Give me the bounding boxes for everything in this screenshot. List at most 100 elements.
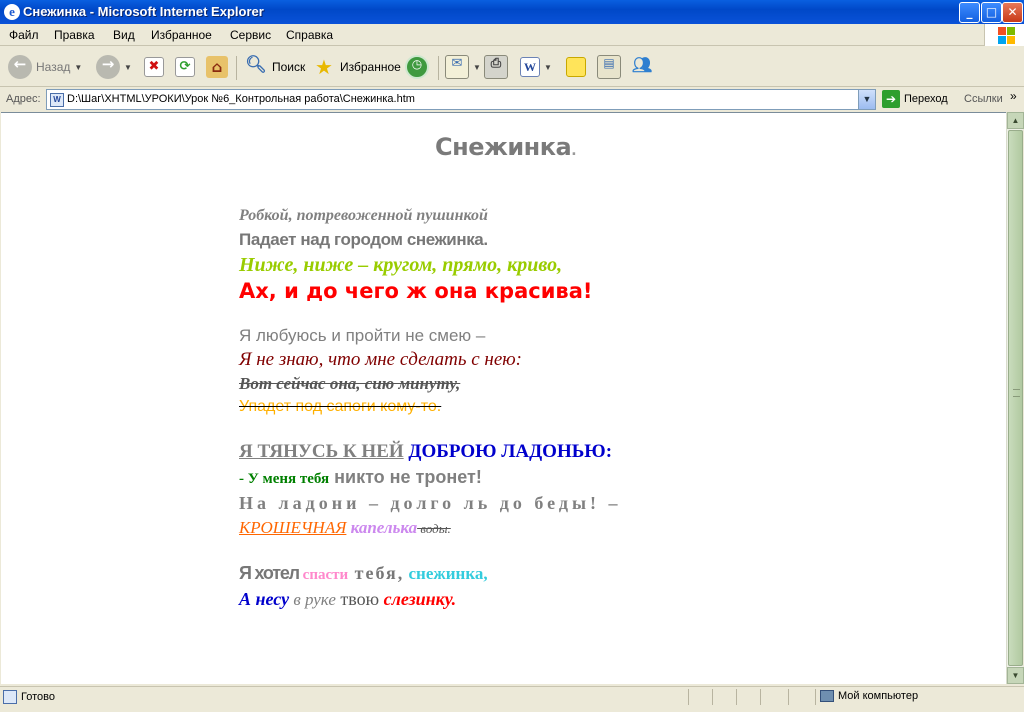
links-button[interactable]: Ссылки bbox=[964, 93, 1003, 105]
go-label: Переход bbox=[904, 93, 948, 105]
poem-fragment: твою bbox=[335, 589, 380, 609]
address-label: Адрес: bbox=[6, 93, 41, 105]
poem-line: Упадет под сапоги кому-то. bbox=[239, 398, 442, 415]
refresh-button[interactable]: ⟳ bbox=[175, 53, 195, 81]
poem-line: На ладони – долго ль до беды! – bbox=[239, 493, 622, 513]
printer-icon: ⎙ bbox=[484, 55, 508, 79]
window-bottom-edge bbox=[0, 706, 1024, 712]
status-divider bbox=[760, 689, 761, 705]
chevron-down-icon: ▼ bbox=[544, 62, 552, 72]
poem-line: - У меня тебя никто не тронет! bbox=[239, 467, 482, 488]
status-divider bbox=[815, 689, 816, 705]
page-content: Снежинка. Робкой, потревоженной пушинкой… bbox=[1, 112, 1006, 684]
windows-logo-icon bbox=[984, 24, 1024, 46]
go-button[interactable]: ➔ Переход bbox=[882, 90, 948, 108]
menu-tools[interactable]: Сервис bbox=[230, 28, 271, 42]
poem-fragment: А несу bbox=[239, 589, 290, 609]
messenger-button[interactable]: 👥︎ bbox=[630, 53, 654, 81]
home-button[interactable]: ⌂ bbox=[206, 53, 228, 81]
chevron-down-icon: ▼ bbox=[74, 62, 83, 72]
scroll-up-button[interactable]: ▲ bbox=[1007, 112, 1024, 129]
menu-help[interactable]: Справка bbox=[286, 28, 333, 42]
title-text: Снежинка bbox=[435, 133, 572, 161]
menu-view[interactable]: Вид bbox=[113, 28, 135, 42]
poem-fragment: Я ТЯНУСЬ К НЕЙ bbox=[239, 441, 404, 462]
vertical-scrollbar[interactable]: ▲ ▼ bbox=[1006, 112, 1024, 684]
poem-fragment: - У меня тебя bbox=[239, 471, 330, 487]
poem-line: Я хотел спасти тебя, снежинка, bbox=[239, 563, 488, 584]
status-divider bbox=[788, 689, 789, 705]
status-text: Готово bbox=[21, 691, 55, 703]
menu-edit[interactable]: Правка bbox=[54, 28, 95, 42]
document-icon: W bbox=[50, 93, 64, 107]
home-icon: ⌂ bbox=[206, 56, 228, 78]
poem-fragment: капелька bbox=[346, 518, 418, 537]
security-zone: Мой компьютер bbox=[820, 690, 918, 702]
chevron-right-icon[interactable]: » bbox=[1010, 89, 1017, 103]
title-bar: e Снежинка - Microsoft Internet Explorer… bbox=[0, 0, 1024, 24]
back-label: Назад bbox=[36, 60, 71, 74]
mail-icon: ✉ bbox=[445, 55, 469, 79]
chevron-down-icon: ▼ bbox=[473, 62, 481, 72]
toolbar-separator bbox=[236, 56, 237, 80]
word-icon: W bbox=[520, 57, 540, 77]
research-icon: ▤ bbox=[597, 55, 621, 79]
title-dot: . bbox=[571, 143, 577, 159]
status-divider bbox=[712, 689, 713, 705]
history-button[interactable]: ◷ bbox=[405, 53, 429, 81]
address-bar: Адрес: W D:\Шаг\XHTML\УРОКИ\Урок №6_Конт… bbox=[0, 88, 1024, 112]
zone-text: Мой компьютер bbox=[838, 690, 919, 702]
status-bar: Готово Мой компьютер bbox=[0, 686, 1024, 706]
poem-fragment: никто не тронет! bbox=[329, 467, 482, 487]
menu-file[interactable]: Файл bbox=[9, 28, 39, 42]
menu-favorites[interactable]: Избранное bbox=[151, 28, 212, 42]
research-button[interactable]: ▤ bbox=[597, 53, 621, 81]
poem-fragment: ДОБРОЮ ЛАДОНЬЮ: bbox=[403, 441, 613, 462]
page-status-icon bbox=[3, 690, 17, 704]
search-button[interactable]: 🔍︎ Поиск bbox=[244, 53, 305, 81]
scroll-down-button[interactable]: ▼ bbox=[1007, 667, 1024, 684]
toolbar-separator bbox=[438, 56, 439, 80]
messenger-icon: 👥︎ bbox=[631, 55, 653, 74]
print-button[interactable]: ⎙ bbox=[484, 53, 508, 81]
search-label: Поиск bbox=[272, 60, 306, 74]
maximize-button[interactable]: □ bbox=[981, 2, 1002, 23]
poem-line: Вот сейчас она, сию минуту, bbox=[239, 374, 461, 393]
back-button[interactable]: ← Назад ▼ bbox=[8, 53, 82, 81]
page-title: Снежинка. bbox=[435, 133, 577, 161]
back-arrow-icon: ← bbox=[8, 55, 32, 79]
poem-fragment: снежинка, bbox=[404, 564, 488, 583]
standard-toolbar: ← Назад ▼ → ▼ ✖ ⟳ ⌂ 🔍︎ Поиск ★ Избранное… bbox=[0, 47, 1024, 87]
address-input[interactable]: W D:\Шаг\XHTML\УРОКИ\Урок №6_Контрольная… bbox=[46, 89, 876, 110]
poem-line: КРОШЕЧНАЯ капелька воды. bbox=[239, 518, 451, 538]
scroll-thumb[interactable] bbox=[1008, 130, 1023, 666]
edit-button[interactable]: W ▼ bbox=[520, 53, 552, 81]
close-button[interactable]: ✕ bbox=[1002, 2, 1023, 23]
poem-line: А несу в руке твою слезинку. bbox=[239, 589, 456, 610]
poem-line: Падает над городом снежинка. bbox=[239, 230, 488, 249]
note-icon bbox=[566, 57, 586, 77]
poem-fragment: воды. bbox=[417, 521, 451, 536]
address-dropdown-button[interactable]: ▼ bbox=[858, 90, 875, 109]
poem-fragment: в руке bbox=[289, 590, 336, 609]
grip-icon bbox=[1013, 389, 1020, 397]
poem-line: Я не знаю, что мне сделать с нею: bbox=[239, 349, 522, 370]
favorites-label: Избранное bbox=[340, 60, 401, 74]
poem-line: Я ТЯНУСЬ К НЕЙ ДОБРОЮ ЛАДОНЬЮ: bbox=[239, 441, 612, 463]
menu-bar: Файл Правка Вид Избранное Сервис Справка bbox=[0, 24, 1024, 46]
search-icon: 🔍︎ bbox=[245, 55, 267, 75]
mail-button[interactable]: ✉ ▼ bbox=[445, 53, 481, 81]
window-title: Снежинка - Microsoft Internet Explorer bbox=[23, 4, 264, 19]
discuss-button[interactable] bbox=[566, 53, 586, 81]
poem-line: Робкой, потревоженной пушинкой bbox=[239, 207, 488, 224]
address-url[interactable]: D:\Шаг\XHTML\УРОКИ\Урок №6_Контрольная р… bbox=[67, 93, 415, 105]
minimize-button[interactable]: _ bbox=[959, 2, 980, 23]
stop-button[interactable]: ✖ bbox=[144, 53, 164, 81]
stop-icon: ✖ bbox=[144, 57, 164, 77]
favorites-button[interactable]: ★ Избранное bbox=[312, 53, 401, 81]
ie-logo-icon: e bbox=[4, 4, 20, 20]
poem-line: Ах, и до чего ж она красива! bbox=[239, 279, 593, 303]
poem-line: Ниже, ниже – кругом, прямо, криво, bbox=[239, 254, 563, 276]
forward-button[interactable]: → ▼ bbox=[96, 53, 132, 81]
poem-line: Я любуюсь и пройти не смею – bbox=[239, 326, 486, 345]
